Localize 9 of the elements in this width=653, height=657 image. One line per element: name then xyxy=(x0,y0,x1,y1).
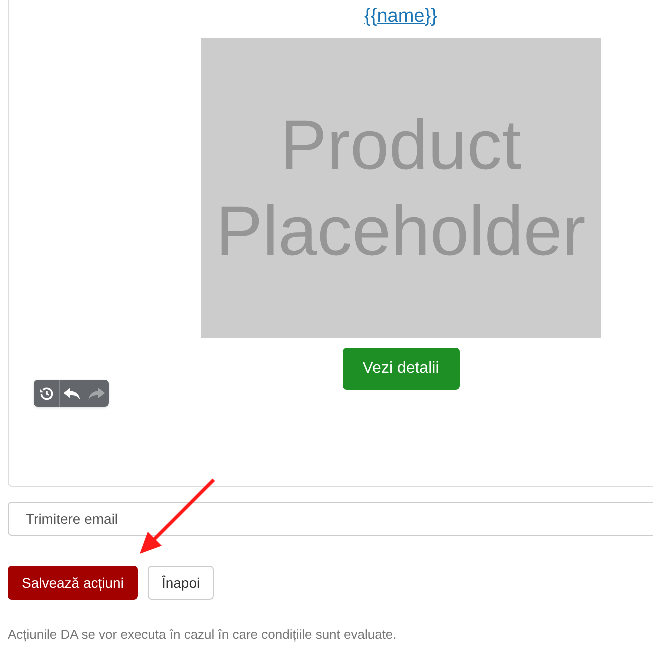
details-button[interactable]: Vezi detalii xyxy=(342,348,460,390)
help-text: Acțiunile DA se vor executa în cazul în care condițiile sunt evaluate. xyxy=(8,626,398,644)
redo-icon xyxy=(88,386,106,402)
undo-icon xyxy=(63,386,81,402)
action-field[interactable]: Trimitere email xyxy=(8,502,653,536)
history-icon xyxy=(38,386,54,402)
product-name-link[interactable]: {{name}} xyxy=(364,5,438,29)
save-button[interactable]: Salvează acțiuni xyxy=(8,566,138,600)
back-button[interactable]: Înapoi xyxy=(148,566,214,600)
